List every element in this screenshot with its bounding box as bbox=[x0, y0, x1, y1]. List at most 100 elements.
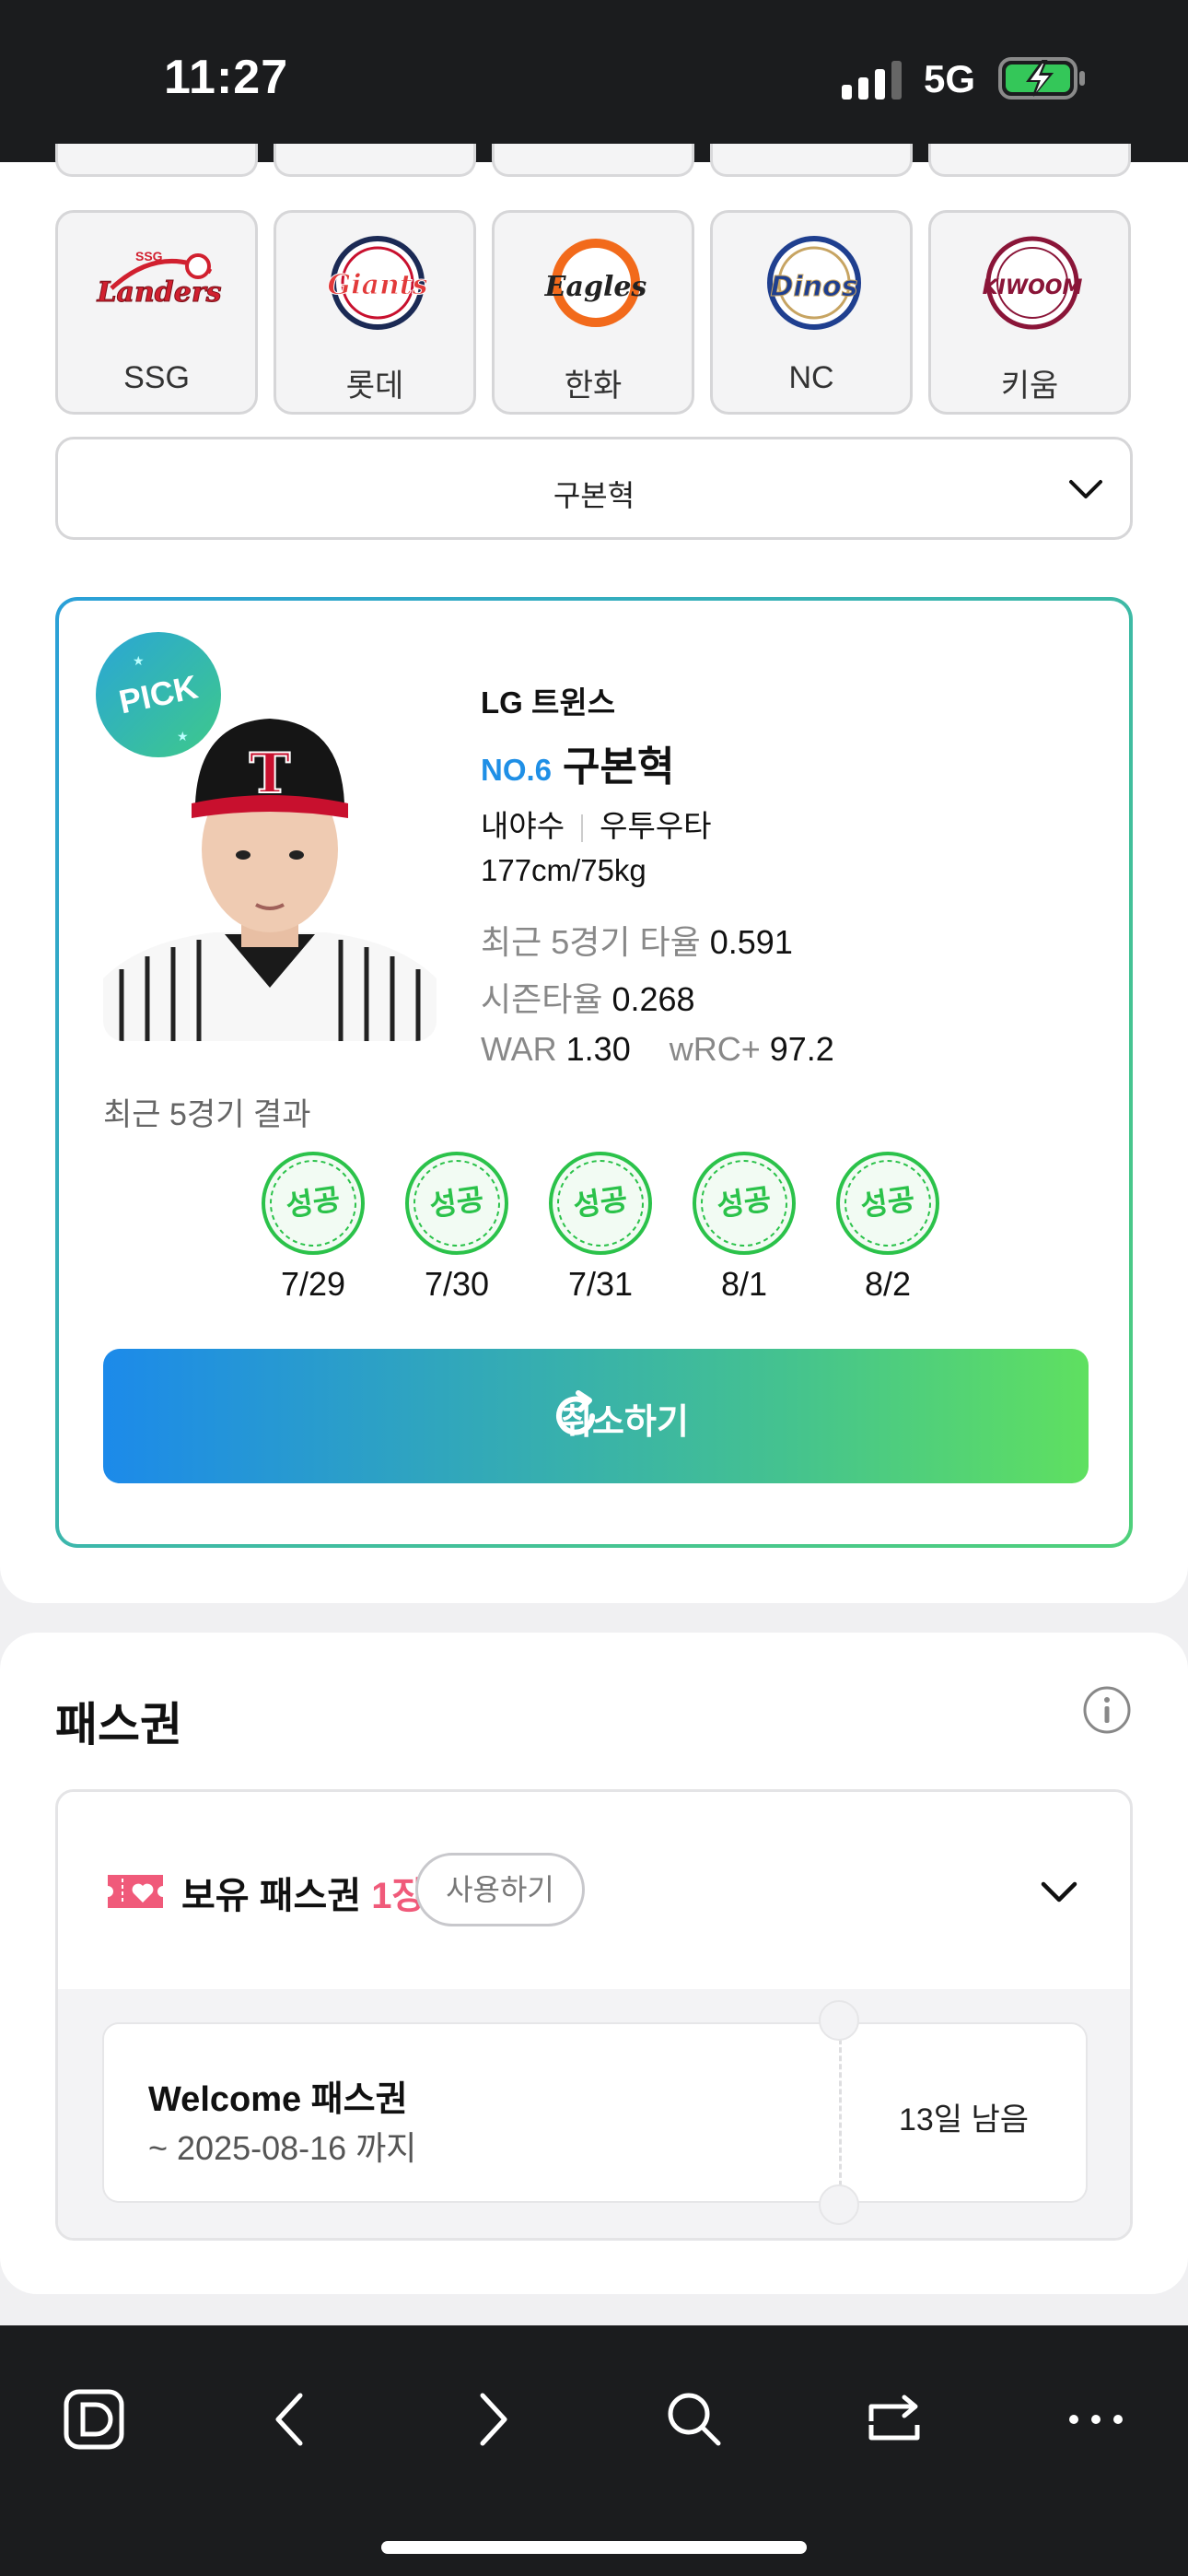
team-tile-lotte[interactable]: Giants 롯데 bbox=[274, 210, 476, 415]
team-name: 한화 bbox=[564, 369, 623, 404]
player-team: LG 트윈스 bbox=[481, 685, 616, 720]
result-date: 8/2 bbox=[864, 1265, 912, 1303]
success-stamp-icon: 성공 bbox=[836, 1152, 939, 1255]
team-name: SSG bbox=[123, 360, 190, 395]
ticket-heart-icon bbox=[108, 1875, 163, 1908]
stat-value: 97.2 bbox=[769, 1030, 834, 1068]
status-time: 11:27 bbox=[164, 51, 289, 104]
ticket-main: Welcome 패스권 ~ 2025-08-16 까지 bbox=[102, 2022, 839, 2203]
pass-list: Welcome 패스권 ~ 2025-08-16 까지 13일 남음 bbox=[58, 1989, 1130, 2238]
team-tile-partial[interactable] bbox=[928, 144, 1131, 177]
share-icon[interactable] bbox=[860, 2384, 930, 2454]
svg-text:Eagles: Eagles bbox=[544, 271, 647, 303]
pass-header[interactable]: 보유 패스권 1장 사용하기 bbox=[58, 1792, 1130, 1989]
pick-card: T PICK ★ ★ LG 트윈스 NO.6 구본혁 내야수 우투우타 177cm/… bbox=[55, 597, 1133, 1548]
pass-box: 보유 패스권 1장 사용하기 Welcome 패스권 ~ 2025-08-16 … bbox=[55, 1789, 1133, 2241]
player-info: LG 트윈스 NO.6 구본혁 내야수 우투우타 177cm/75kg 최근 5경기… bbox=[481, 678, 834, 1069]
owned-label: 보유 패스권 bbox=[181, 1876, 362, 1916]
kiwoom-logo-icon: KIWOOM bbox=[983, 236, 1083, 330]
giants-logo-icon: Giants bbox=[327, 236, 428, 330]
recent-results-title: 최근 5경기 결과 bbox=[103, 1097, 311, 1132]
player-select-value: 구본혁 bbox=[553, 479, 635, 512]
success-stamp-icon: 성공 bbox=[262, 1152, 365, 1255]
stat-label: 최근 5경기 타율 bbox=[481, 923, 701, 961]
svg-text:성공: 성공 bbox=[858, 1181, 917, 1224]
svg-text:T: T bbox=[250, 742, 291, 806]
result-item: 성공 7/30 bbox=[403, 1150, 510, 1304]
battery-charging-icon bbox=[998, 57, 1085, 100]
team-tile-partial[interactable] bbox=[55, 144, 258, 177]
player-handedness: 우투우타 bbox=[600, 809, 712, 843]
cancel-button[interactable]: 취소하기 bbox=[103, 1349, 1089, 1483]
home-indicator[interactable] bbox=[381, 2541, 807, 2554]
ticket-expiry: ~ 2025-08-16 까지 bbox=[148, 2129, 417, 2167]
status-bar: 11:27 5G bbox=[0, 0, 1188, 162]
signal-icon bbox=[842, 61, 902, 100]
dinos-logo-icon: Dinos bbox=[767, 236, 861, 330]
stat-label: wRC+ bbox=[669, 1030, 761, 1068]
ticket-stub: 13일 남음 bbox=[839, 2022, 1088, 2203]
use-pass-button[interactable]: 사용하기 bbox=[415, 1853, 585, 1926]
team-pick-section: SSG Landers SSG Giants 롯데 Eagles 한화 Dino… bbox=[0, 144, 1188, 1603]
network-label: 5G bbox=[924, 57, 976, 100]
result-date: 8/1 bbox=[720, 1265, 768, 1303]
svg-text:성공: 성공 bbox=[427, 1181, 486, 1224]
stat-season: 시즌타율 0.268 bbox=[481, 973, 834, 1021]
team-tile-partial[interactable] bbox=[274, 144, 476, 177]
result-item: 성공 8/1 bbox=[691, 1150, 798, 1304]
svg-text:Dinos: Dinos bbox=[770, 271, 857, 303]
landers-logo-icon: SSG Landers bbox=[96, 249, 222, 310]
stat-value: 1.30 bbox=[565, 1030, 631, 1068]
ticket-name: Welcome 패스권 bbox=[148, 2080, 408, 2119]
result-item: 성공 8/2 bbox=[834, 1150, 941, 1304]
team-tile-partial[interactable] bbox=[710, 144, 913, 177]
ticket-notch bbox=[819, 2184, 859, 2225]
svg-text:Giants: Giants bbox=[327, 269, 427, 301]
browser-toolbar bbox=[0, 2325, 1188, 2576]
ticket-days-left: 13일 남음 bbox=[898, 2102, 1030, 2137]
team-tile-partial[interactable] bbox=[492, 144, 694, 177]
team-tile-kiwoom[interactable]: KIWOOM 키움 bbox=[928, 210, 1131, 415]
recent-results: 성공 7/29 성공 7/30 성공 7/31 성공 8/1 성공 8/2 bbox=[59, 1150, 1129, 1303]
team-tile-nc[interactable]: Dinos NC bbox=[710, 210, 913, 415]
info-icon[interactable] bbox=[1081, 1684, 1133, 1736]
player-number: NO.6 bbox=[481, 753, 553, 787]
cancel-label: 취소하기 bbox=[560, 1403, 689, 1442]
back-icon[interactable] bbox=[256, 2384, 326, 2454]
forward-icon[interactable] bbox=[457, 2384, 527, 2454]
team-tile-ssg[interactable]: SSG Landers SSG bbox=[55, 210, 258, 415]
svg-text:성공: 성공 bbox=[571, 1181, 630, 1224]
team-name: 롯데 bbox=[345, 369, 404, 404]
eagles-logo-icon: Eagles bbox=[544, 239, 647, 327]
team-tile-hanwha[interactable]: Eagles 한화 bbox=[492, 210, 694, 415]
result-date: 7/29 bbox=[280, 1265, 346, 1303]
svg-text:성공: 성공 bbox=[715, 1181, 774, 1224]
pass-ticket[interactable]: Welcome 패스권 ~ 2025-08-16 까지 13일 남음 bbox=[102, 2000, 1088, 2225]
chevron-down-icon[interactable] bbox=[1038, 1875, 1080, 1908]
svg-text:성공: 성공 bbox=[284, 1181, 343, 1224]
search-icon[interactable] bbox=[659, 2384, 729, 2454]
player-name-line: NO.6 구본혁 bbox=[481, 733, 834, 792]
player-name: 구본혁 bbox=[563, 744, 675, 790]
svg-text:KIWOOM: KIWOOM bbox=[983, 276, 1083, 299]
ticket-notch bbox=[819, 2000, 859, 2041]
more-icon[interactable] bbox=[1061, 2384, 1131, 2454]
stat-label: WAR bbox=[481, 1030, 557, 1068]
chevron-down-icon bbox=[1069, 480, 1102, 498]
stat-recent5: 최근 5경기 타율 0.591 bbox=[481, 916, 834, 964]
app-logo-icon[interactable] bbox=[59, 2384, 129, 2454]
player-select[interactable]: 구본혁 bbox=[55, 437, 1133, 540]
player-position-line: 내야수 우투우타 bbox=[481, 802, 834, 846]
owned-pass-label: 보유 패스권 1장 bbox=[181, 1866, 425, 1919]
svg-text:SSG: SSG bbox=[135, 249, 163, 263]
svg-text:Landers: Landers bbox=[96, 276, 221, 309]
stat-war-wrc: WAR 1.30 wRC+ 97.2 bbox=[481, 1030, 834, 1069]
stat-value: 0.268 bbox=[611, 980, 695, 1018]
success-stamp-icon: 성공 bbox=[549, 1152, 652, 1255]
divider bbox=[581, 814, 584, 843]
player-position: 내야수 bbox=[481, 809, 565, 843]
stat-value: 0.591 bbox=[709, 923, 793, 961]
success-stamp-icon: 성공 bbox=[405, 1152, 508, 1255]
pass-section: 패스권 보유 패스권 1장 사용하기 Welcome 패스권 ~ 2025-08… bbox=[0, 1633, 1188, 2294]
result-item: 성공 7/31 bbox=[547, 1150, 654, 1304]
